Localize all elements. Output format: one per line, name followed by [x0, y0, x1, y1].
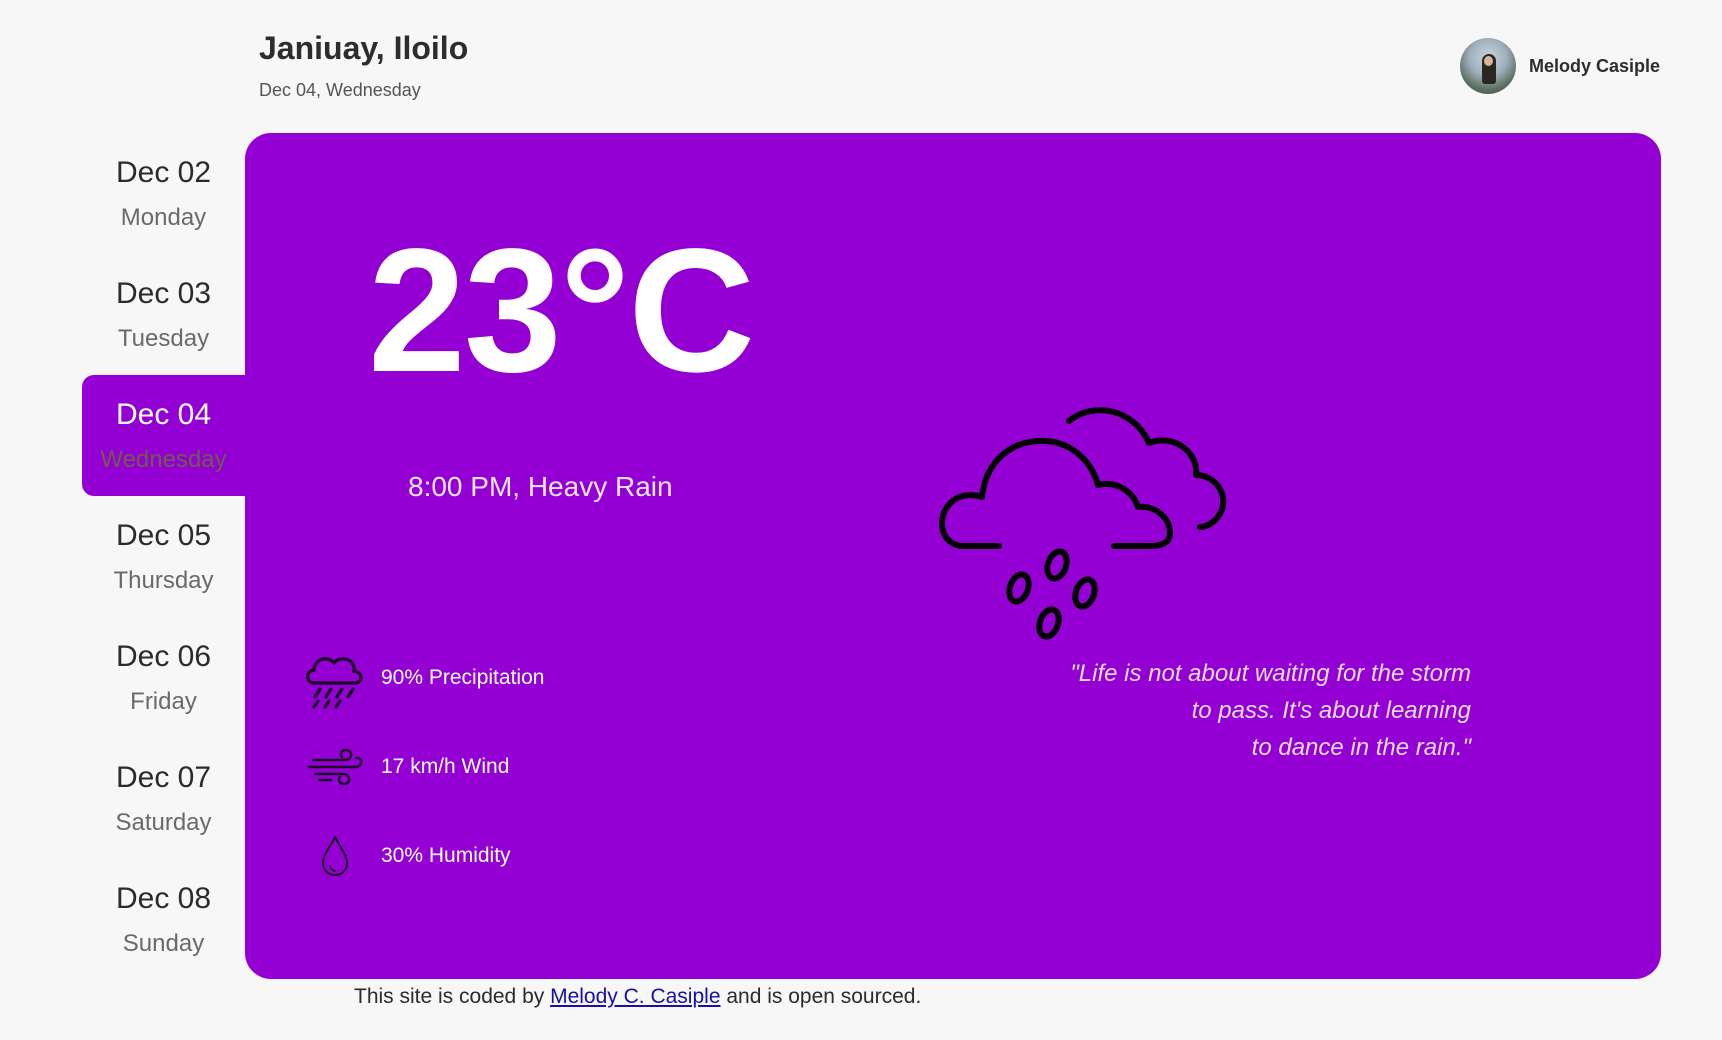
precipitation-text: 90% Precipitation — [381, 665, 545, 689]
day-weekday: Wednesday — [100, 445, 227, 473]
wind-stat: 17 km/h Wind — [300, 722, 544, 811]
day-item[interactable]: Dec 02 Monday — [82, 133, 245, 254]
droplet-icon — [300, 821, 370, 891]
quote-line: to dance in the rain." — [1251, 734, 1471, 761]
avatar-face-shape — [1483, 56, 1493, 66]
quote-line: "Life is not about waiting for the storm — [1070, 660, 1471, 687]
avatar[interactable] — [1459, 38, 1516, 94]
footer-suffix: and is open sourced. — [720, 985, 922, 1008]
day-date: Dec 02 — [115, 155, 212, 189]
location-title: Janiuay, Iloilo — [259, 30, 469, 66]
precipitation-stat: 90% Precipitation — [300, 633, 544, 722]
author-link[interactable]: Melody C. Casiple — [550, 985, 720, 1008]
quote: "Life is not about waiting for the storm… — [1041, 655, 1471, 766]
day-list: Dec 02 Monday Dec 03 Tuesday Dec 04 Wedn… — [82, 133, 245, 980]
day-weekday: Monday — [120, 203, 207, 231]
current-date: Dec 04, Wednesday — [259, 80, 421, 100]
day-item-active[interactable]: Dec 04 Wednesday — [82, 375, 245, 496]
wind-icon — [300, 732, 370, 802]
day-item[interactable]: Dec 08 Sunday — [82, 859, 245, 980]
temperature: 23°C — [368, 213, 755, 409]
time-condition: 8:00 PM, Heavy Rain — [408, 471, 673, 502]
humidity-stat: 30% Humidity — [300, 811, 544, 900]
day-date: Dec 05 — [115, 518, 212, 552]
day-weekday: Sunday — [122, 929, 205, 957]
day-weekday: Saturday — [115, 808, 212, 836]
day-item[interactable]: Dec 05 Thursday — [82, 496, 245, 617]
footer-prefix: This site is coded by — [354, 985, 551, 1008]
day-weekday: Tuesday — [117, 324, 210, 352]
wind-text: 17 km/h Wind — [381, 754, 510, 778]
heavy-rain-cloud-icon — [934, 403, 1264, 668]
weather-card: 23°C 8:00 PM, Heavy Rain 90% Precipitati… — [245, 133, 1661, 979]
footer: This site is coded by Melody C. Casiple … — [354, 985, 921, 1009]
quote-line: to pass. It's about learning — [1191, 697, 1471, 724]
day-date: Dec 03 — [115, 276, 212, 310]
weather-stats: 90% Precipitation 17 km/h Wind 30% Humid… — [300, 633, 544, 900]
rain-cloud-icon — [300, 643, 370, 713]
day-item[interactable]: Dec 03 Tuesday — [82, 254, 245, 375]
day-item[interactable]: Dec 06 Friday — [82, 617, 245, 738]
day-date: Dec 08 — [115, 881, 212, 915]
day-weekday: Thursday — [113, 566, 214, 594]
weather-page: Janiuay, Iloilo Dec 04, Wednesday Melody… — [0, 0, 1722, 1040]
day-weekday: Friday — [130, 687, 197, 715]
humidity-text: 30% Humidity — [381, 843, 511, 867]
user-profile[interactable]: Melody Casiple — [1459, 38, 1660, 94]
day-date: Dec 04 — [115, 397, 212, 431]
user-name: Melody Casiple — [1528, 55, 1660, 76]
day-date: Dec 07 — [115, 760, 212, 794]
day-date: Dec 06 — [115, 639, 212, 673]
day-item[interactable]: Dec 07 Saturday — [82, 738, 245, 859]
